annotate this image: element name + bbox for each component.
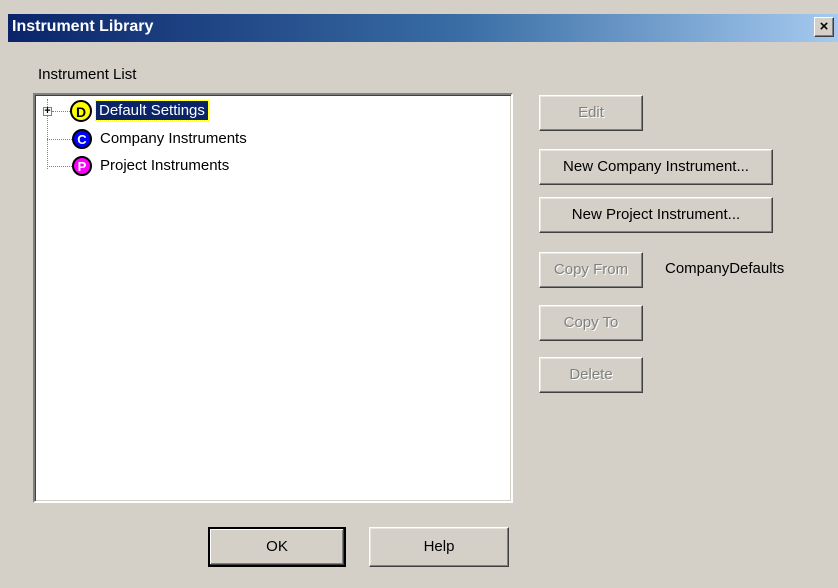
instrument-tree[interactable]: + D Default Settings C Company Instrumen…	[33, 93, 513, 503]
help-button[interactable]: Help	[369, 527, 509, 567]
edit-button[interactable]: Edit	[539, 95, 643, 131]
instrument-library-dialog: Instrument Library × Instrument List + D…	[0, 0, 838, 588]
delete-button[interactable]: Delete	[539, 357, 643, 393]
new-project-instrument-button[interactable]: New Project Instrument...	[539, 197, 773, 233]
tree-item-default-settings[interactable]: Default Settings	[95, 100, 209, 121]
expand-icon[interactable]: +	[43, 105, 52, 117]
copy-from-source: CompanyDefaults	[665, 260, 785, 277]
title-bar[interactable]: Instrument Library ×	[8, 14, 838, 42]
instrument-list-label: Instrument List	[38, 66, 137, 83]
tree-connector-horizontal	[52, 111, 70, 112]
ok-button[interactable]: OK	[208, 527, 346, 567]
close-icon: ×	[819, 18, 829, 35]
tree-connector-horizontal	[47, 139, 72, 140]
copy-to-button[interactable]: Copy To	[539, 305, 643, 341]
tree-item-project-instruments[interactable]: Project Instruments	[100, 157, 229, 174]
tree-item-company-instruments[interactable]: Company Instruments	[100, 130, 247, 147]
plus-icon: +	[44, 105, 51, 117]
project-icon: P	[72, 156, 92, 176]
window-title: Instrument Library	[12, 18, 154, 35]
default-settings-icon: D	[70, 100, 92, 122]
copy-from-button[interactable]: Copy From	[539, 252, 643, 288]
company-icon: C	[72, 129, 92, 149]
new-company-instrument-button[interactable]: New Company Instrument...	[539, 149, 773, 185]
close-button[interactable]: ×	[814, 17, 834, 37]
tree-connector-horizontal	[47, 166, 72, 167]
